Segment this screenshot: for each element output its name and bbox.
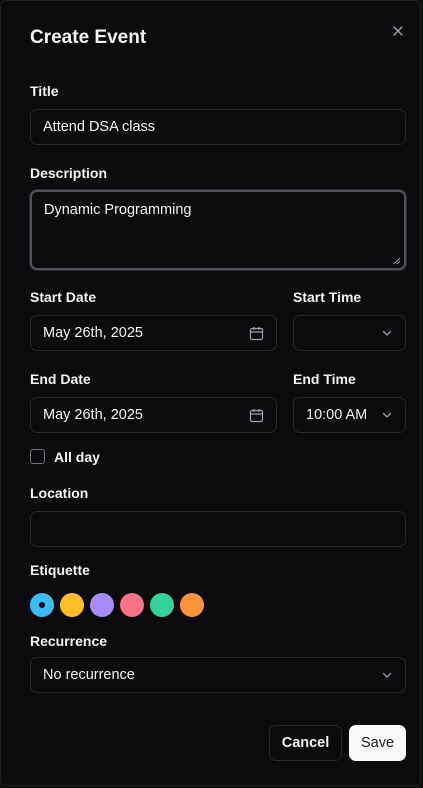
- location-input[interactable]: [30, 511, 406, 547]
- end-time-value: 10:00 AM: [306, 407, 368, 423]
- description-textarea[interactable]: Dynamic Programming: [30, 190, 406, 270]
- recurrence-select[interactable]: No recurrence: [30, 657, 406, 693]
- description-textarea-value: Dynamic Programming: [44, 202, 192, 218]
- etiquette-swatch[interactable]: [120, 593, 144, 617]
- start-time-label: Start Time: [293, 289, 362, 305]
- etiquette-swatch[interactable]: [180, 593, 204, 617]
- start-date-picker[interactable]: May 26th, 2025: [30, 315, 277, 351]
- recurrence-label: Recurrence: [30, 633, 108, 649]
- recurrence-value: No recurrence: [43, 667, 135, 683]
- chevron-down-icon: [381, 327, 393, 339]
- chevron-down-icon: [381, 669, 393, 681]
- etiquette-swatch[interactable]: [30, 593, 54, 617]
- calendar-icon: [249, 408, 264, 423]
- create-event-dialog: Create Event Title Attend DSA class Desc…: [0, 0, 421, 786]
- start-date-label: Start Date: [30, 289, 97, 305]
- title-label: Title: [30, 83, 59, 99]
- end-date-label: End Date: [30, 371, 91, 387]
- dialog-title: Create Event: [30, 27, 147, 48]
- title-input[interactable]: Attend DSA class: [30, 109, 406, 145]
- end-time-label: End Time: [293, 371, 356, 387]
- title-input-value: Attend DSA class: [43, 119, 156, 135]
- chevron-down-icon: [381, 409, 393, 421]
- selected-dot-icon: [39, 602, 45, 608]
- all-day-checkbox[interactable]: [30, 449, 45, 464]
- all-day-label[interactable]: All day: [54, 449, 100, 465]
- start-date-value: May 26th, 2025: [43, 325, 143, 341]
- etiquette-swatch[interactable]: [90, 593, 114, 617]
- calendar-icon: [249, 326, 264, 341]
- end-date-value: May 26th, 2025: [43, 407, 143, 423]
- close-icon[interactable]: [388, 21, 408, 41]
- location-label: Location: [30, 485, 89, 501]
- end-date-picker[interactable]: May 26th, 2025: [30, 397, 277, 433]
- etiquette-label: Etiquette: [30, 562, 90, 578]
- description-label: Description: [30, 165, 108, 181]
- cancel-button[interactable]: Cancel: [269, 725, 342, 761]
- save-button[interactable]: Save: [349, 725, 406, 761]
- etiquette-swatch[interactable]: [60, 593, 84, 617]
- resize-grip-icon[interactable]: [393, 257, 401, 265]
- start-time-select[interactable]: [293, 315, 406, 351]
- etiquette-swatch[interactable]: [150, 593, 174, 617]
- end-time-select[interactable]: 10:00 AM: [293, 397, 406, 433]
